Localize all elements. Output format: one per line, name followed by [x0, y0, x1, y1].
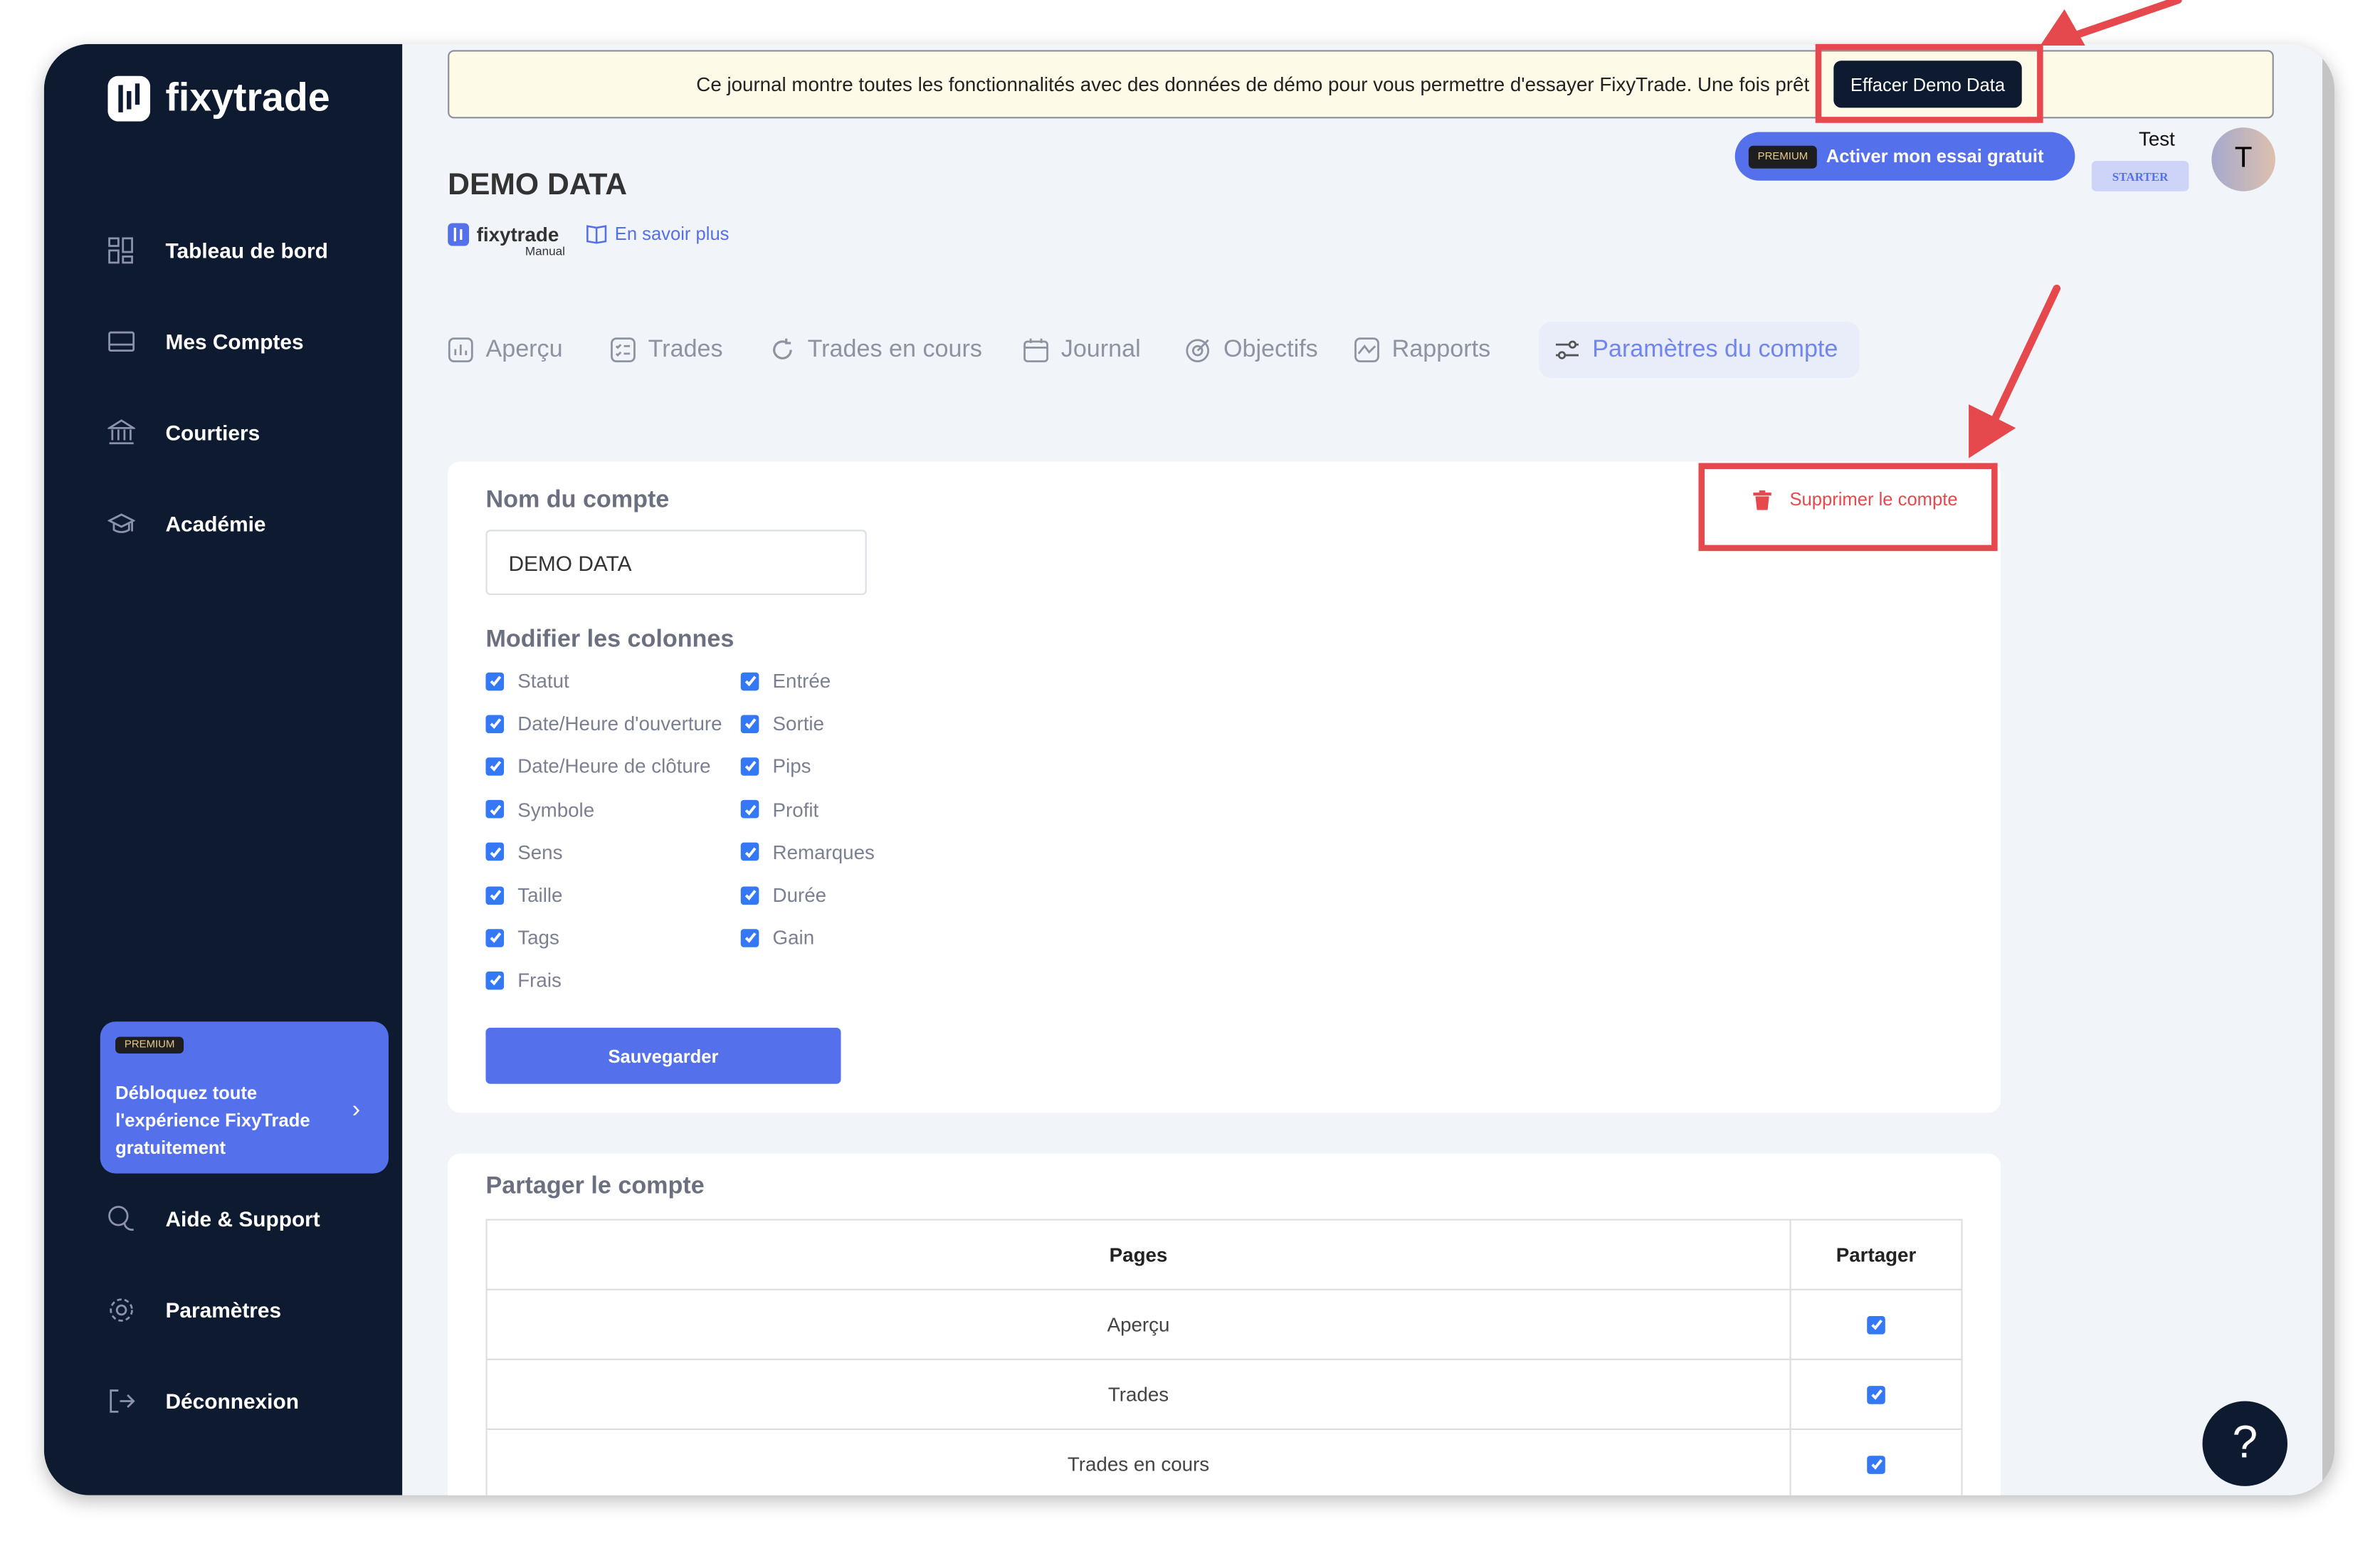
- arrow-icon: [2072, 0, 2178, 36]
- arrow-icon: [1989, 288, 2057, 433]
- annotation-arrows: [0, 0, 2380, 1541]
- arrowhead-icon: [2043, 12, 2082, 44]
- arrowhead-icon: [1970, 407, 2013, 456]
